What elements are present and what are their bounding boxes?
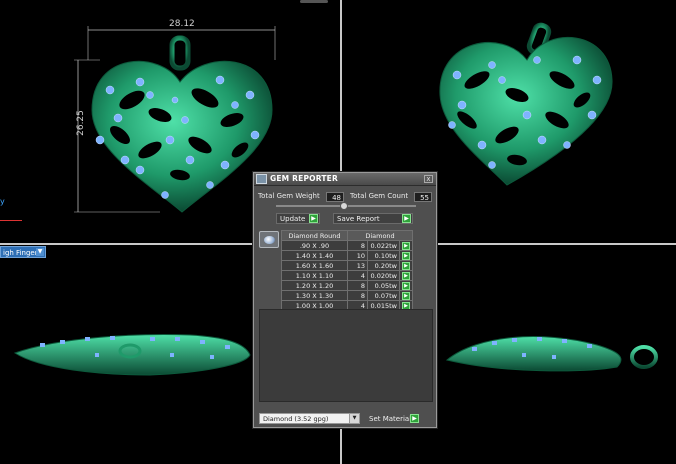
gem-weight-cell: 0.05tw: [367, 280, 400, 291]
table-row[interactable]: .90 X .90 8 0.022tw ▶: [281, 240, 413, 251]
column-header-shape: Diamond Round: [281, 230, 348, 241]
close-button[interactable]: x: [424, 175, 433, 183]
table-row[interactable]: 1.10 X 1.10 4 0.020tw ▶: [281, 270, 413, 281]
total-gem-count-value: 55: [414, 192, 432, 202]
gem-size-cell: 1.30 X 1.30: [281, 290, 348, 301]
play-arrow-icon: ▶: [402, 261, 410, 270]
zoom-slider-handle[interactable]: [340, 202, 348, 210]
gem-size-cell: .90 X .90: [281, 240, 348, 251]
chevron-down-icon: ▼: [349, 414, 359, 423]
row-select-button[interactable]: ▶: [399, 240, 413, 251]
gem-size-cell: 1.60 X 1.60: [281, 260, 348, 271]
gem-weight-cell: 0.020tw: [367, 270, 400, 281]
update-label: Update: [280, 215, 306, 223]
play-arrow-icon: ▶: [402, 214, 411, 223]
gem-weight-cell: 0.022tw: [367, 240, 400, 251]
row-select-button[interactable]: ▶: [399, 260, 413, 271]
gem-count-cell: 8: [347, 240, 368, 251]
play-arrow-icon: ▶: [402, 241, 410, 250]
gem-weight-cell: 0.20tw: [367, 260, 400, 271]
table-row[interactable]: 1.40 X 1.40 10 0.10tw ▶: [281, 250, 413, 261]
total-gem-weight-value: 48: [326, 192, 344, 202]
dialog-title: GEM REPORTER: [270, 174, 338, 183]
row-select-button[interactable]: ▶: [399, 280, 413, 291]
gem-report-table: Diamond Round Diamond .90 X .90 8 0.022tw ▶…: [281, 230, 413, 311]
chevron-down-icon: ▼: [36, 248, 44, 256]
row-select-button[interactable]: ▶: [399, 250, 413, 261]
gem-reporter-dialog: GEM REPORTER x Total Gem Weight 48 Total…: [253, 172, 437, 428]
row-select-button[interactable]: ▶: [399, 270, 413, 281]
view-mode-label: igh Finger: [3, 249, 38, 257]
x-axis-indicator: [0, 220, 22, 221]
save-report-button[interactable]: Save Report ▶: [333, 213, 413, 224]
play-arrow-icon: ▶: [402, 291, 410, 300]
gem-count-cell: 13: [347, 260, 368, 271]
gem-count-cell: 10: [347, 250, 368, 261]
table-row[interactable]: 1.30 X 1.30 8 0.07tw ▶: [281, 290, 413, 301]
material-select[interactable]: Diamond (3.52 gpg) ▼: [259, 413, 360, 424]
set-material-label: Set Material: [369, 415, 412, 423]
play-arrow-icon: ▶: [410, 414, 419, 423]
height-dimension-label: 26.25: [75, 110, 86, 136]
play-arrow-icon: ▶: [309, 214, 318, 223]
table-row[interactable]: 1.60 X 1.60 13 0.20tw ▶: [281, 260, 413, 271]
gem-app-icon: [256, 174, 267, 184]
column-header-material: Diamond: [347, 230, 413, 241]
width-dimension-label: 28.12: [169, 19, 195, 29]
dialog-title-bar[interactable]: GEM REPORTER x: [254, 173, 436, 186]
total-gem-weight-label: Total Gem Weight: [258, 192, 320, 200]
save-report-label: Save Report: [337, 215, 380, 223]
gem-size-cell: 1.10 X 1.10: [281, 270, 348, 281]
gem-count-cell: 8: [347, 280, 368, 291]
report-empty-area: [259, 309, 433, 402]
total-gem-count-label: Total Gem Count: [350, 192, 409, 200]
gem-count-cell: 8: [347, 290, 368, 301]
play-arrow-icon: ▶: [402, 251, 410, 260]
table-header-row: Diamond Round Diamond: [281, 230, 413, 241]
gem-weight-cell: 0.10tw: [367, 250, 400, 261]
play-arrow-icon: ▶: [402, 281, 410, 290]
row-select-button[interactable]: ▶: [399, 290, 413, 301]
gem-count-cell: 4: [347, 270, 368, 281]
axis-label: y: [0, 197, 5, 206]
view-mode-dropdown[interactable]: igh Finger ▼: [0, 246, 46, 258]
gem-size-cell: 1.20 X 1.20: [281, 280, 348, 291]
update-button[interactable]: Update ▶: [276, 213, 320, 224]
set-material-button[interactable]: Set Material ▶: [365, 413, 421, 424]
gem-size-cell: 1.40 X 1.40: [281, 250, 348, 261]
diamond-round-icon[interactable]: [259, 231, 279, 248]
gem-weight-cell: 0.07tw: [367, 290, 400, 301]
viewport-scroll-indicator: [300, 0, 328, 3]
play-arrow-icon: ▶: [402, 271, 410, 280]
table-row[interactable]: 1.20 X 1.20 8 0.05tw ▶: [281, 280, 413, 291]
material-select-value: Diamond (3.52 gpg): [263, 415, 329, 423]
